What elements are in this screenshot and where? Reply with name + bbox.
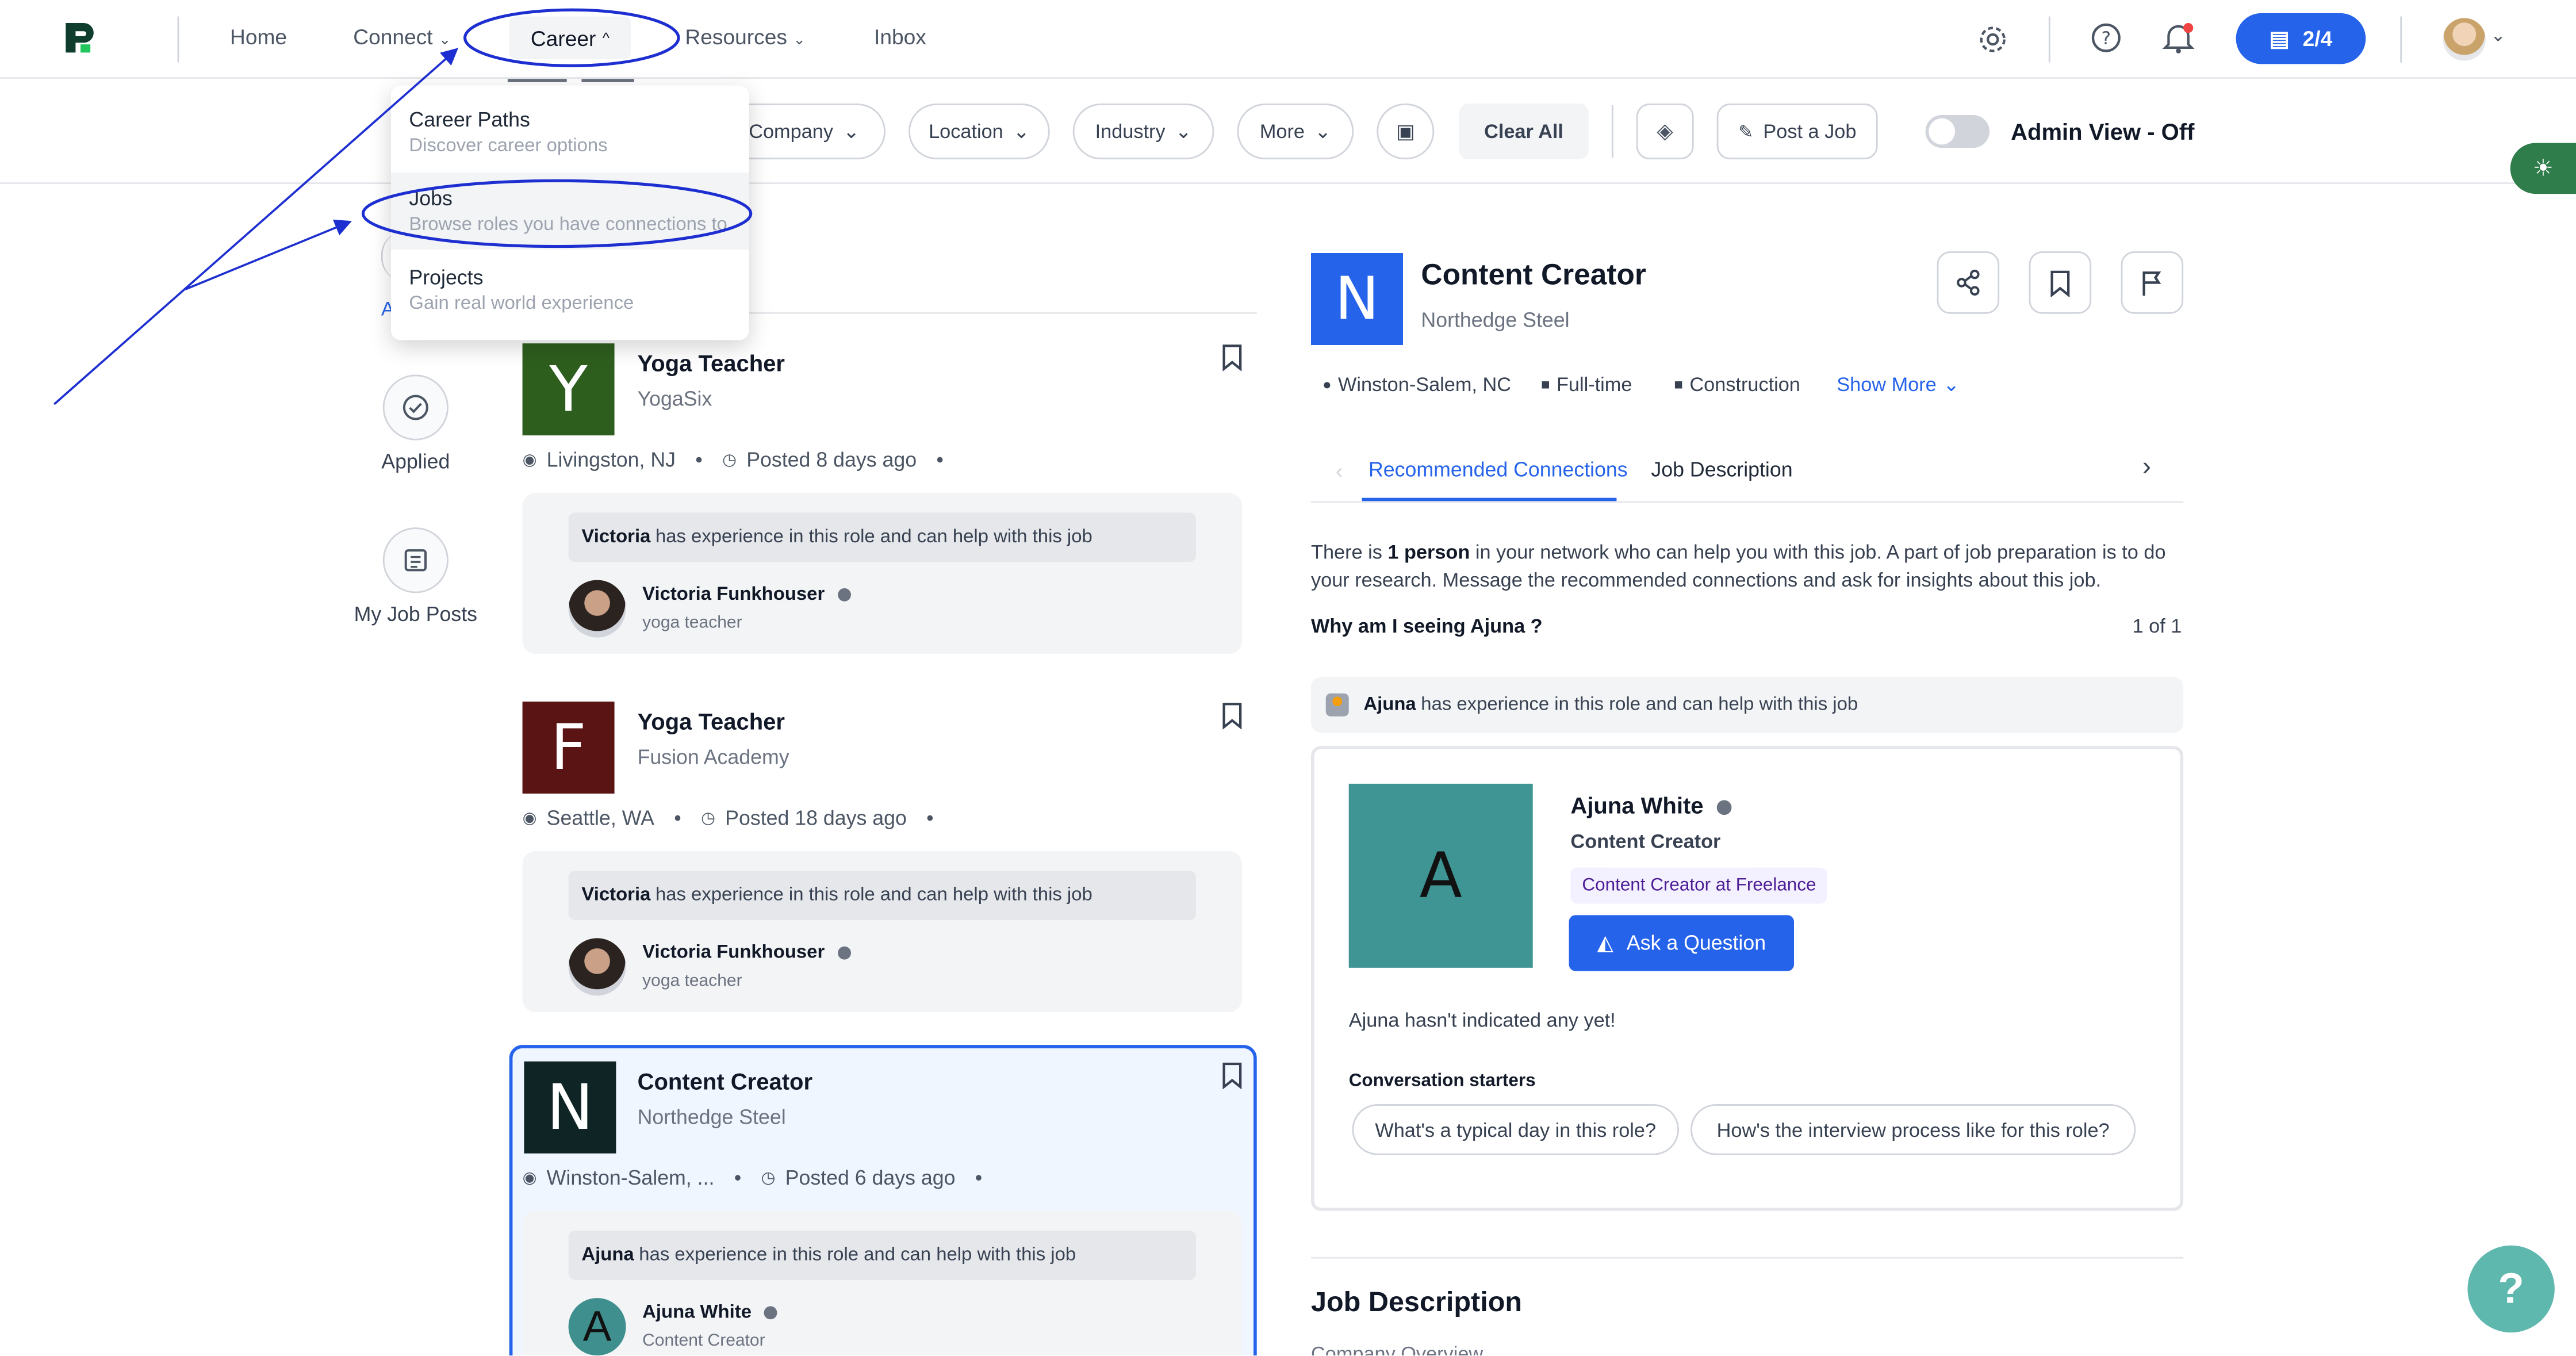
annotation-arrow-career bbox=[53, 48, 459, 405]
annotation-ellipse-jobs bbox=[361, 179, 753, 248]
annotation-arrow-jobs bbox=[185, 219, 352, 290]
annotation-ellipse-career bbox=[463, 8, 680, 67]
annotation-overlay bbox=[53, 8, 753, 405]
app-root: Home Connect ⌄ Career ^ Resources ⌄ Inbox… bbox=[0, 0, 2576, 1356]
